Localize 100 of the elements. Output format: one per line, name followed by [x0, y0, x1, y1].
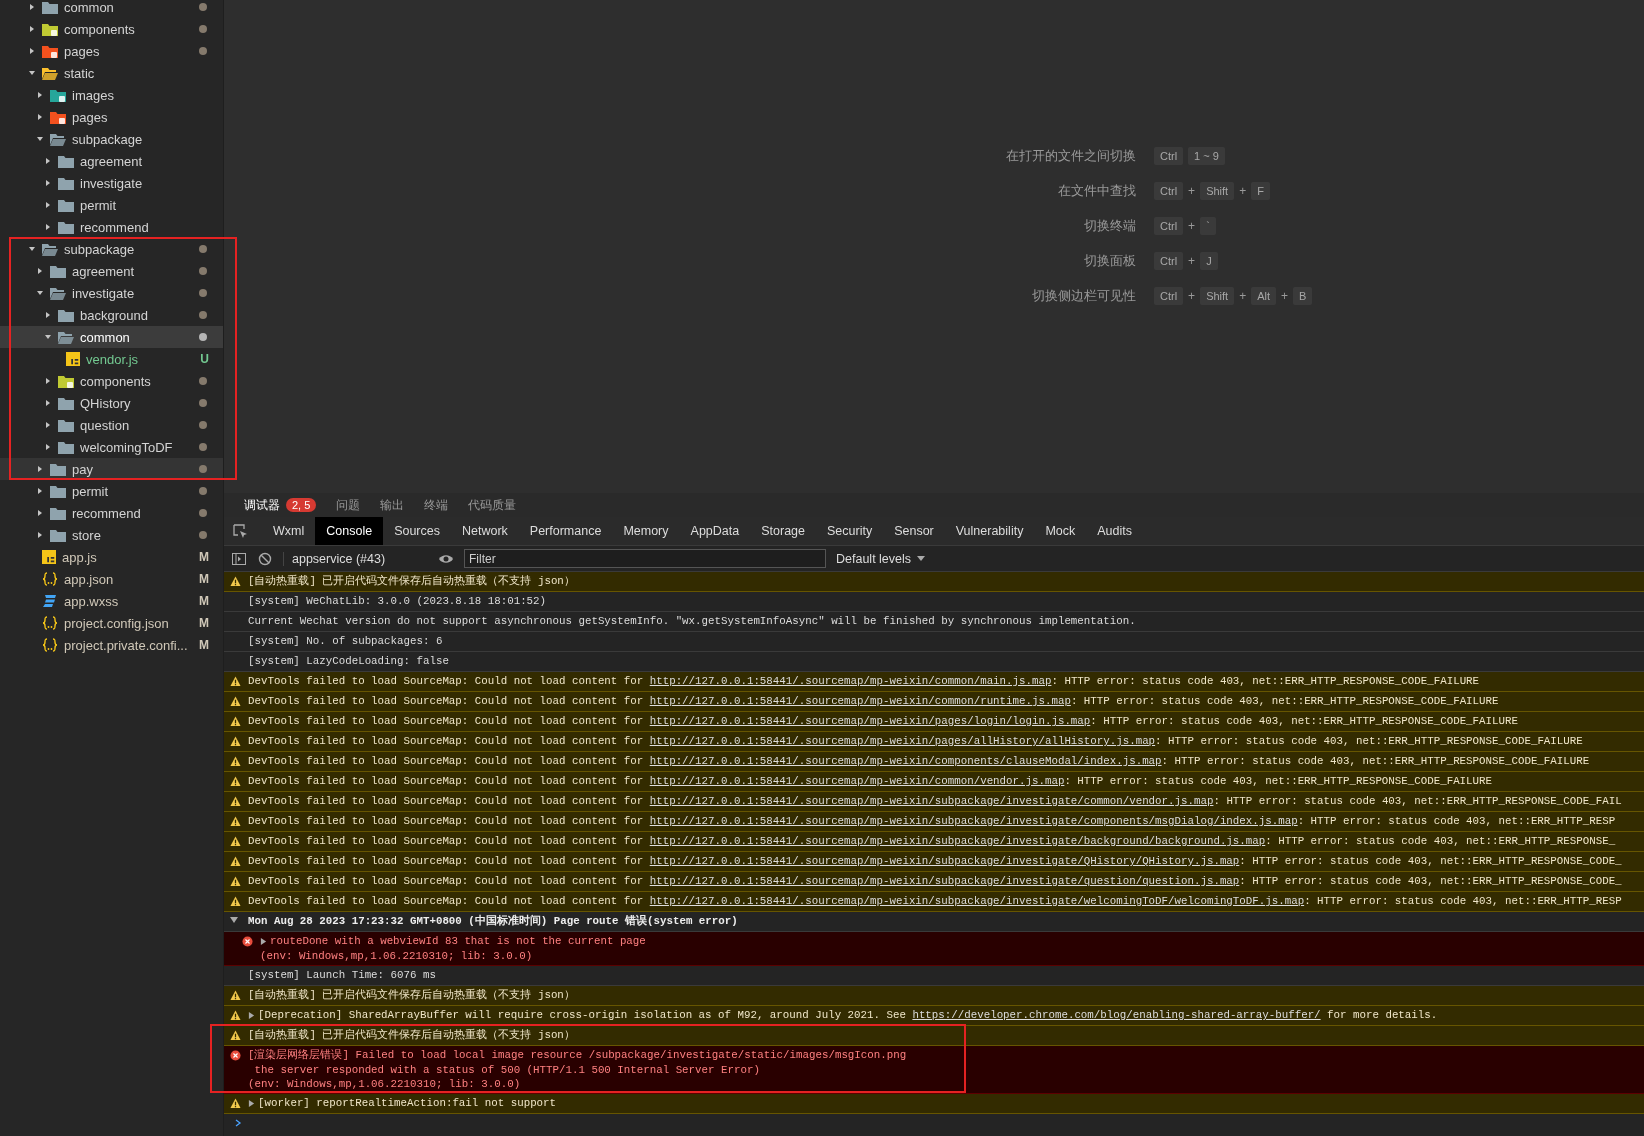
caret-icon [36, 91, 44, 99]
console-message: Current Wechat version do not support asynchronous getSystemInfo. "wx.getSystemInfoAsync" will be finished by synchronous implementation. [248, 614, 1136, 629]
keycap: Shift [1200, 287, 1235, 305]
caret-icon[interactable] [230, 916, 238, 924]
tree-item[interactable]: common [0, 0, 223, 18]
devtools-tab[interactable]: Network [451, 517, 519, 545]
file-name: common [80, 329, 131, 345]
keycap: J [1200, 252, 1218, 270]
devtools-tab[interactable]: Wxml [262, 517, 316, 545]
folder-icon [50, 528, 66, 542]
source-link[interactable]: http://127.0.0.1:58441/.sourcemap/mp-weixin/subpackage/investigate/background/background.js.map [649, 835, 1266, 847]
git-status: M [199, 638, 209, 652]
source-link[interactable]: http://127.0.0.1:58441/.sourcemap/mp-weixin/subpackage/investigate/question/question.js.map [649, 875, 1240, 887]
caret-icon [44, 223, 52, 231]
tree-item[interactable]: pay [0, 458, 223, 480]
tree-item[interactable]: common [0, 326, 223, 348]
devtools-tab[interactable]: Sensor [883, 517, 945, 545]
clear-icon[interactable] [257, 550, 273, 567]
source-link[interactable]: https://developer.chrome.com/blog/enabling-shared-array-buffer/ [912, 1009, 1321, 1021]
file-name: app.json [64, 571, 115, 587]
log-levels-select[interactable]: Default levels [836, 551, 926, 566]
caret-icon[interactable] [260, 937, 267, 945]
devtools-tab[interactable]: Security [816, 517, 884, 545]
file-name: permit [72, 483, 110, 499]
tree-item[interactable]: subpackage [0, 128, 223, 150]
file-name: images [72, 87, 115, 103]
plus-sign: + [1239, 289, 1247, 303]
tree-item[interactable]: vendor.js U [0, 348, 223, 370]
tree-item[interactable]: recommend [0, 216, 223, 238]
source-link[interactable]: http://127.0.0.1:58441/.sourcemap/mp-weixin/subpackage/investigate/components/msgDialog/index.js.map [649, 815, 1298, 827]
panel-tab[interactable]: 终端 [424, 496, 449, 514]
folder-icon [42, 22, 58, 36]
tree-item[interactable]: components [0, 18, 223, 40]
console-message: [Deprecation] SharedArrayBuffer will require cross-origin isolation as of M92, around July 2021. See https://developer.chrome.com/blog/enabling-shared-array-buffer/ for more details. [258, 1008, 1438, 1023]
tree-item[interactable]: recommend [0, 502, 223, 524]
js-file-icon [66, 352, 80, 366]
sidebar-toggle-icon[interactable] [231, 550, 247, 567]
error-icon [242, 936, 253, 947]
devtools-tab[interactable]: Mock [1034, 517, 1087, 545]
context-select[interactable]: appservice (#43) [283, 551, 422, 566]
file-name: recommend [72, 505, 142, 521]
tree-item[interactable]: welcomingToDF [0, 436, 223, 458]
devtools-tab[interactable]: Storage [750, 517, 816, 545]
tree-item[interactable]: app.wxss M [0, 590, 223, 612]
tree-item[interactable]: static [0, 62, 223, 84]
devtools-tab[interactable]: AppData [679, 517, 751, 545]
console-message: routeDone with a webviewId 83 that is not the current page [270, 934, 646, 949]
tree-item[interactable]: permit [0, 194, 223, 216]
tree-item[interactable]: pages [0, 40, 223, 62]
folder-icon [58, 396, 74, 410]
folder-icon [50, 110, 66, 124]
source-link[interactable]: http://127.0.0.1:58441/.sourcemap/mp-weixin/pages/login/login.js.map [649, 715, 1091, 727]
panel-tab[interactable]: 输出 [380, 496, 405, 514]
source-link[interactable]: http://127.0.0.1:58441/.sourcemap/mp-weixin/common/main.js.map [649, 675, 1052, 687]
file-name: subpackage [64, 241, 136, 257]
tree-item[interactable]: investigate [0, 282, 223, 304]
tree-item[interactable]: project.config.json M [0, 612, 223, 634]
source-link[interactable]: http://127.0.0.1:58441/.sourcemap/mp-weixin/common/runtime.js.map [649, 695, 1071, 707]
source-link[interactable]: http://127.0.0.1:58441/.sourcemap/mp-weixin/pages/allHistory/allHistory.js.map [649, 735, 1156, 747]
source-link[interactable]: http://127.0.0.1:58441/.sourcemap/mp-weixin/subpackage/investigate/welcomingToDF/welcomingToDF.js.map [649, 895, 1305, 907]
tree-item[interactable]: app.json M [0, 568, 223, 590]
tree-item[interactable]: agreement [0, 150, 223, 172]
tree-item[interactable]: images [0, 84, 223, 106]
tree-item[interactable]: subpackage [0, 238, 223, 260]
source-link[interactable]: http://127.0.0.1:58441/.sourcemap/mp-weixin/components/clauseModal/index.js.map [649, 755, 1162, 767]
inspect-icon[interactable] [232, 523, 248, 539]
caret-icon[interactable] [248, 1011, 255, 1019]
console-message: DevTools failed to load SourceMap: Could not load content for http://127.0.0.1:58441/.sourcemap/mp-weixin/pages/allHistory/allHistory.js.map: HTTP error: status code 403, net::ERR_HTTP_RESPONSE_CODE_FAILURE [248, 734, 1583, 749]
caret-icon [44, 377, 52, 385]
git-status: M [199, 594, 209, 608]
filter-field[interactable]: Filter [464, 549, 826, 568]
devtools-tab[interactable]: Sources [383, 517, 451, 545]
panel-tab[interactable]: 调试器 2, 5 [244, 496, 317, 514]
tree-item[interactable]: permit [0, 480, 223, 502]
file-name: background [80, 307, 149, 323]
error-detail: (env: Windows,mp,1.06.2210310; lib: 3.0.0) [260, 950, 534, 964]
devtools-tab[interactable]: Console [315, 517, 384, 545]
tree-item[interactable]: agreement [0, 260, 223, 282]
panel-tab[interactable]: 代码质量 [468, 496, 517, 514]
tree-item[interactable]: pages [0, 106, 223, 128]
folder-icon [42, 44, 58, 58]
folder-icon [50, 462, 66, 476]
devtools-tab[interactable]: Audits [1086, 517, 1143, 545]
tree-item[interactable]: investigate [0, 172, 223, 194]
tree-item[interactable]: question [0, 414, 223, 436]
source-link[interactable]: http://127.0.0.1:58441/.sourcemap/mp-weixin/subpackage/investigate/common/vendor.js.map [649, 795, 1214, 807]
tree-item[interactable]: project.private.confi... M [0, 634, 223, 656]
tree-item[interactable]: QHistory [0, 392, 223, 414]
panel-tab[interactable]: 问题 [336, 496, 361, 514]
source-link[interactable]: http://127.0.0.1:58441/.sourcemap/mp-weixin/subpackage/investigate/QHistory/QHistory.js.map [649, 855, 1240, 867]
tree-item[interactable]: components [0, 370, 223, 392]
devtools-tab[interactable]: Vulnerability [944, 517, 1035, 545]
devtools-tab[interactable]: Memory [612, 517, 680, 545]
devtools-tab[interactable]: Performance [518, 517, 613, 545]
source-link[interactable]: http://127.0.0.1:58441/.sourcemap/mp-weixin/common/vendor.js.map [649, 775, 1065, 787]
tree-item[interactable]: store [0, 524, 223, 546]
braces-icon [42, 572, 58, 586]
tree-item[interactable]: app.js M [0, 546, 223, 568]
tree-item[interactable]: background [0, 304, 223, 326]
caret-icon[interactable] [248, 1099, 255, 1107]
